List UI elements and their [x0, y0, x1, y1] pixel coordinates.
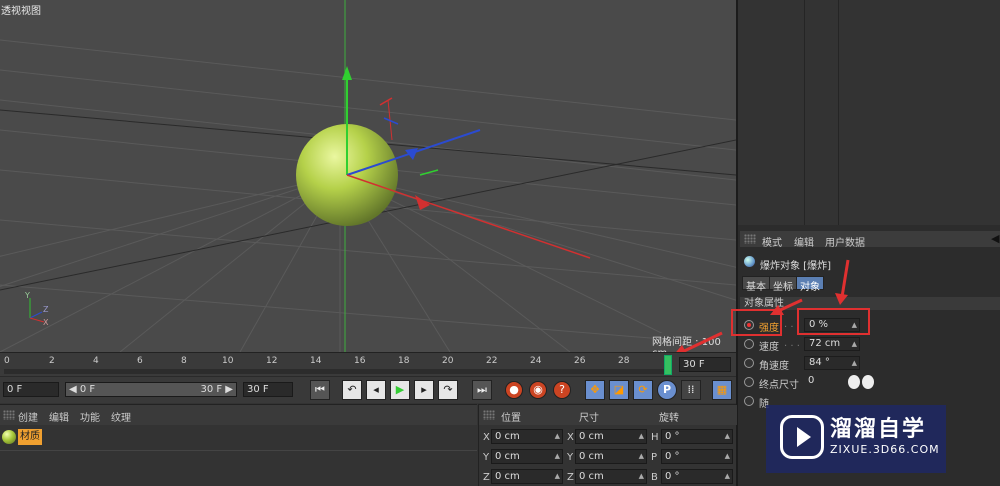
axis-label-z: Z	[43, 305, 49, 314]
tick-label: 16	[354, 356, 366, 366]
record-icon[interactable]: ●	[505, 381, 523, 399]
header-position: 位置	[501, 413, 521, 424]
position-z-field[interactable]: 0 cm ▲	[491, 469, 563, 484]
auto-key-icon[interactable]: ◉	[529, 381, 547, 399]
size-z-field[interactable]: 0 cm ▲	[575, 469, 647, 484]
param-label: 终点尺寸	[759, 380, 799, 391]
range-end: 30 F ▶	[200, 384, 233, 395]
grip-icon[interactable]	[744, 234, 756, 244]
size-y-field[interactable]: 0 cm ▲	[575, 449, 647, 464]
axis-label: X	[483, 432, 490, 443]
transport-bar: 0 F ◀ 0 F 30 F ▶ 30 F ⏮ ↶ ◂ ▶ ▸ ↷ ⏭ ● ◉ …	[0, 376, 736, 403]
position-y-field[interactable]: 0 cm ▲	[491, 449, 563, 464]
scale-key-icon[interactable]: ◪	[609, 380, 629, 400]
end-frame-field[interactable]: 30 F	[679, 357, 731, 372]
menu-edit[interactable]: 编辑	[49, 409, 69, 424]
menu-mode[interactable]: 模式	[762, 234, 782, 249]
go-to-end-icon[interactable]: ⏭	[472, 380, 492, 400]
point-level-icon[interactable]: ⁞⁞	[681, 380, 701, 400]
watermark: 溜溜自学 ZIXUE.3D66.COM	[766, 405, 946, 473]
viewport-scene	[0, 0, 736, 352]
playhead-handle[interactable]	[664, 355, 672, 375]
header-size: 尺寸	[579, 413, 599, 424]
back-arrow-icon[interactable]: ◀	[991, 232, 999, 245]
perspective-viewport[interactable]: Y Z X 透视视图 网格间距 : 100 cm	[0, 0, 736, 352]
prev-frame-icon[interactable]: ◂	[366, 380, 386, 400]
tick-label: 10	[222, 356, 234, 366]
tick-label: 22	[486, 356, 498, 366]
menu-user-data[interactable]: 用户数据	[825, 234, 865, 249]
menu-create[interactable]: 创建	[18, 409, 38, 424]
material-manager: 创建 编辑 功能 纹理 材质	[0, 404, 477, 486]
coordinates-header: 位置 尺寸 旋转	[479, 405, 737, 425]
axis-label: P	[651, 452, 658, 463]
prev-key-icon[interactable]: ↶	[342, 380, 362, 400]
axis-label-x: X	[43, 318, 49, 327]
rotation-p-field[interactable]: 0 ° ▲	[661, 449, 733, 464]
tick-label: 24	[530, 356, 542, 366]
app-window: Y Z X 透视视图 网格间距 : 100 cm 模式 编辑 用户数据 ◀ 爆炸…	[0, 0, 1000, 486]
grip-icon[interactable]	[483, 410, 495, 420]
current-frame-field[interactable]: 0 F	[3, 382, 59, 397]
timeline-icon[interactable]: ▦	[712, 380, 732, 400]
viewport-title[interactable]: 透视视图	[1, 2, 41, 17]
next-key-icon[interactable]: ↷	[438, 380, 458, 400]
animate-radio[interactable]	[744, 396, 754, 406]
tick-label: 8	[181, 356, 187, 366]
size-x-field[interactable]: 0 cm ▲	[575, 429, 647, 444]
position-x-field[interactable]: 0 cm ▲	[491, 429, 563, 444]
move-key-icon[interactable]: ✥	[585, 380, 605, 400]
play-logo-icon	[780, 415, 824, 459]
next-frame-icon[interactable]: ▸	[414, 380, 434, 400]
play-icon[interactable]: ▶	[390, 380, 410, 400]
menu-edit[interactable]: 编辑	[794, 234, 814, 249]
preview-range-slider[interactable]: ◀ 0 F 30 F ▶	[65, 382, 237, 397]
animate-radio[interactable]	[744, 377, 754, 387]
axis-label: Y	[567, 452, 574, 463]
axis-label: Z	[567, 472, 574, 483]
keyframe-selection-icon[interactable]: ?	[553, 381, 571, 399]
tick-label: 28	[618, 356, 630, 366]
menu-function[interactable]: 功能	[80, 409, 100, 424]
annotation-arrows	[672, 259, 850, 357]
rotation-h-field[interactable]: 0 ° ▲	[661, 429, 733, 444]
watermark-title: 溜溜自学	[830, 417, 927, 442]
slider-knob[interactable]	[848, 375, 860, 389]
tick-label: 20	[442, 356, 454, 366]
tick-label: 6	[137, 356, 143, 366]
attribute-menubar: 模式 编辑 用户数据 ◀	[740, 231, 1000, 249]
axis-label: Z	[483, 472, 490, 483]
timeline-ruler[interactable]: 0 2 4 6 8 10 12 14 16 18 20 22 24 26 28 …	[0, 352, 736, 376]
material-menubar: 创建 编辑 功能 纹理	[0, 405, 477, 425]
header-rotation: 旋转	[659, 413, 679, 424]
tick-label: 0	[4, 356, 10, 366]
axis-label-y: Y	[25, 291, 30, 300]
axis-label: Y	[483, 452, 490, 463]
tick-label: 18	[398, 356, 410, 366]
max-frame-field[interactable]: 30 F	[243, 382, 293, 397]
tick-label: 14	[310, 356, 322, 366]
slider-knob[interactable]	[862, 375, 874, 389]
rotate-key-icon[interactable]: ⟳	[633, 380, 653, 400]
timeline-track[interactable]	[4, 369, 664, 374]
axis-label: H	[651, 432, 659, 443]
axis-label: B	[651, 472, 658, 483]
tick-label: 4	[93, 356, 99, 366]
material-name[interactable]: 材质	[18, 429, 42, 445]
param-end-size: 终点尺寸 0	[744, 375, 1000, 391]
rotation-b-field[interactable]: 0 ° ▲	[661, 469, 733, 484]
tick-label: 12	[266, 356, 278, 366]
range-start: ◀ 0 F	[69, 384, 96, 395]
coordinates-manager: 位置 尺寸 旋转 X 0 cm ▲ X 0 cm ▲ H 0 ° ▲ Y 0 cm ▲ …	[478, 404, 737, 486]
axis-label: X	[567, 432, 574, 443]
grip-icon[interactable]	[3, 410, 15, 420]
tick-label: 2	[49, 356, 55, 366]
material-preview-icon[interactable]	[2, 430, 16, 444]
go-to-start-icon[interactable]: ⏮	[310, 380, 330, 400]
menu-texture[interactable]: 纹理	[111, 409, 131, 424]
param-key-icon[interactable]: P	[657, 380, 677, 400]
watermark-url: ZIXUE.3D66.COM	[830, 443, 940, 456]
object-manager[interactable]	[738, 0, 1000, 225]
tick-label: 26	[574, 356, 586, 366]
